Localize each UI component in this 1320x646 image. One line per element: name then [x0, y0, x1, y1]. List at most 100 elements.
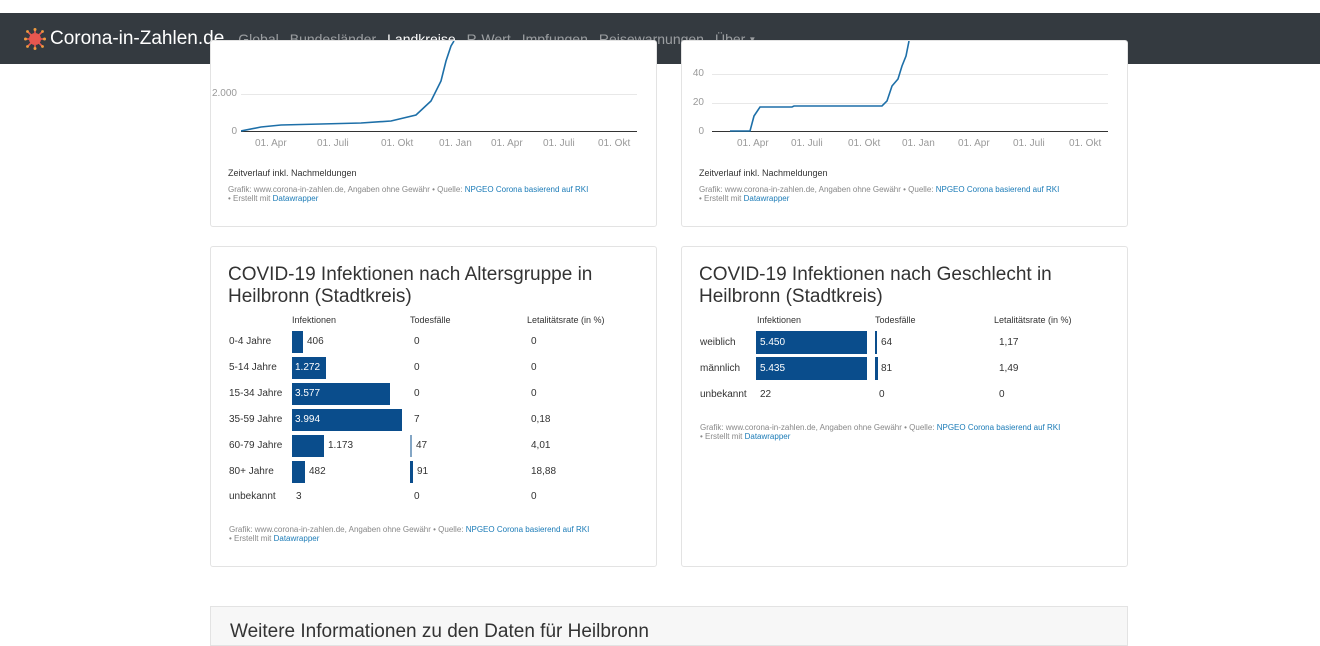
x-tick: 01. Apr [491, 138, 523, 149]
row-label: unbekannt [229, 491, 276, 502]
infection-value: 22 [760, 389, 772, 400]
datawrapper-link[interactable]: Datawrapper [273, 194, 319, 203]
source-prefix: Grafik: www.corona-in-zahlen.de, Angaben… [229, 525, 466, 534]
cases-series-line [241, 41, 455, 132]
more-info-panel: Weitere Informationen zu den Daten für H… [210, 606, 1128, 646]
age-card-title: COVID-19 Infektionen nach Altersgruppe i… [228, 264, 592, 308]
x-tick: 01. Juli [543, 138, 575, 149]
source-note: Grafik: www.corona-in-zahlen.de, Angaben… [699, 185, 1124, 203]
row-label: weiblich [700, 337, 736, 348]
x-tick: 01. Jan [902, 138, 935, 149]
header-deaths: Todesfälle [410, 315, 451, 325]
created-prefix: • Erstellt mit [699, 194, 744, 203]
rate-value: 0 [999, 389, 1005, 400]
rate-value: 18,88 [531, 466, 557, 477]
x-tick: 01. Juli [317, 138, 349, 149]
brand-name: Corona-in-Zahlen.de [50, 27, 225, 49]
deaths-line-chart [730, 41, 910, 132]
infection-value: 5.435 [760, 363, 786, 374]
rate-value: 0 [531, 362, 537, 373]
title-line-2: Heilbronn (Stadtkreis) [699, 286, 883, 307]
row-label: 5-14 Jahre [229, 362, 277, 373]
death-bar [875, 357, 878, 380]
cases-line-chart [241, 41, 455, 132]
infection-value: 1.272 [295, 362, 321, 373]
virus-logo-icon [24, 27, 46, 50]
death-value: 0 [414, 388, 420, 399]
datawrapper-link[interactable]: Datawrapper [745, 432, 791, 441]
row-label: 0-4 Jahre [229, 336, 272, 347]
death-value: 81 [881, 363, 893, 374]
x-tick: 01. Juli [1013, 138, 1045, 149]
source-prefix: Grafik: www.corona-in-zahlen.de, Angaben… [700, 423, 937, 432]
infection-value: 1.173 [328, 440, 354, 451]
chart-caption: Zeitverlauf inkl. Nachmeldungen [228, 168, 357, 178]
infection-bar [292, 461, 305, 483]
infection-bar [292, 331, 303, 353]
chart-caption: Zeitverlauf inkl. Nachmeldungen [699, 168, 828, 178]
row-label: 80+ Jahre [229, 466, 274, 477]
x-tick: 01. Okt [1069, 138, 1102, 149]
brand-link[interactable]: Corona-in-Zahlen.de [24, 27, 225, 50]
row-label: 15-34 Jahre [229, 388, 283, 399]
infection-value: 3.994 [295, 414, 321, 425]
title-line-1: COVID-19 Infektionen nach Altersgruppe i… [228, 264, 593, 285]
deaths-timeline-card: 40 20 0 01. Apr 01. Juli 01. Okt 01. Jan… [681, 40, 1128, 227]
infection-value: 482 [309, 466, 326, 477]
rate-value: 0,18 [531, 414, 551, 425]
y-tick: 0 [698, 126, 704, 137]
rate-value: 0 [531, 491, 537, 502]
x-tick: 01. Jan [439, 138, 472, 149]
death-bar [410, 435, 412, 457]
y-tick: 40 [692, 68, 704, 79]
gender-card: COVID-19 Infektionen nach Geschlecht in … [681, 246, 1128, 567]
x-tick: 01. Okt [848, 138, 881, 149]
gender-card-title: COVID-19 Infektionen nach Geschlecht in … [699, 264, 1052, 308]
death-value: 0 [879, 389, 885, 400]
infection-bar [292, 435, 324, 457]
created-prefix: • Erstellt mit [228, 194, 273, 203]
source-link[interactable]: NPGEO Corona basierend auf RKI [937, 423, 1061, 432]
source-note: Grafik: www.corona-in-zahlen.de, Angaben… [229, 525, 654, 543]
infection-value: 3.577 [295, 388, 321, 399]
more-info-title: Weitere Informationen zu den Daten für H… [230, 621, 649, 642]
title-line-2: Heilbronn (Stadtkreis) [228, 286, 412, 307]
y-tick: 20 [692, 97, 704, 108]
cases-timeline-card: 2.000 0 01. Apr 01. Juli 01. Okt 01. Jan… [210, 40, 657, 227]
death-value: 0 [414, 362, 420, 373]
header-rate: Letalitätsrate (in %) [994, 315, 1072, 325]
death-bar [875, 331, 877, 354]
row-label: 60-79 Jahre [229, 440, 283, 451]
source-link[interactable]: NPGEO Corona basierend auf RKI [466, 525, 590, 534]
infection-value: 406 [307, 336, 324, 347]
rate-value: 0 [531, 388, 537, 399]
x-tick: 01. Apr [958, 138, 990, 149]
row-label: 35-59 Jahre [229, 414, 283, 425]
datawrapper-link[interactable]: Datawrapper [274, 534, 320, 543]
age-group-card: COVID-19 Infektionen nach Altersgruppe i… [210, 246, 657, 567]
row-label: unbekannt [700, 389, 747, 400]
header-infections: Infektionen [757, 315, 802, 325]
datawrapper-link[interactable]: Datawrapper [744, 194, 790, 203]
rate-value: 1,17 [999, 337, 1019, 348]
row-label: männlich [700, 363, 741, 374]
source-link[interactable]: NPGEO Corona basierend auf RKI [936, 185, 1060, 194]
y-tick: 2.000 [211, 88, 237, 99]
rate-value: 4,01 [531, 440, 551, 451]
source-link[interactable]: NPGEO Corona basierend auf RKI [465, 185, 589, 194]
x-tick: 01. Okt [381, 138, 414, 149]
death-value: 91 [417, 466, 429, 477]
title-line-1: COVID-19 Infektionen nach Geschlecht in [699, 264, 1052, 285]
header-infections: Infektionen [292, 315, 337, 325]
rate-value: 0 [531, 336, 537, 347]
source-note: Grafik: www.corona-in-zahlen.de, Angaben… [228, 185, 653, 203]
x-tick: 01. Juli [791, 138, 823, 149]
created-prefix: • Erstellt mit [700, 432, 745, 441]
source-prefix: Grafik: www.corona-in-zahlen.de, Angaben… [699, 185, 936, 194]
header-deaths: Todesfälle [875, 315, 916, 325]
death-value: 0 [414, 336, 420, 347]
infection-value: 5.450 [760, 337, 786, 348]
rate-value: 1,49 [999, 363, 1019, 374]
death-bar [410, 461, 413, 483]
x-tick: 01. Apr [737, 138, 769, 149]
